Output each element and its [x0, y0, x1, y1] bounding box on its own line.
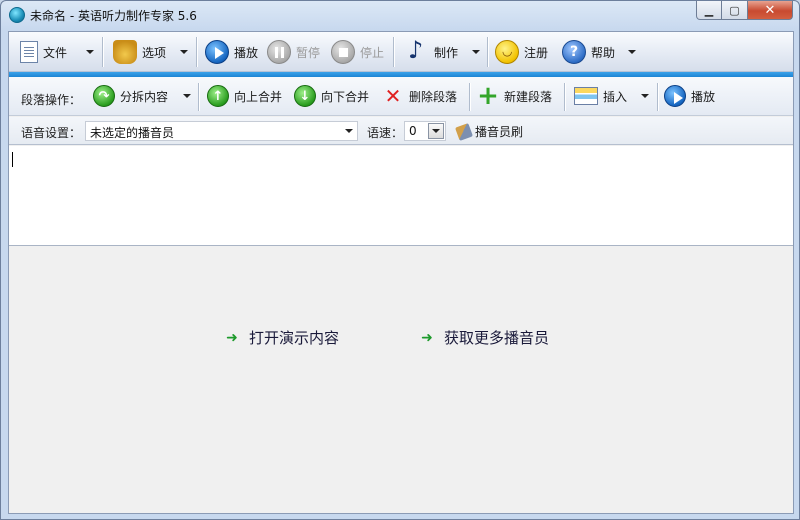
toolbar-separator — [196, 37, 197, 67]
toolbar-separator — [657, 83, 658, 111]
music-note-icon — [405, 36, 429, 64]
file-label: 文件 — [43, 45, 68, 60]
chevron-down-icon — [345, 129, 353, 133]
insert-icon — [574, 87, 598, 105]
announcer-select[interactable]: 未选定的播音员 — [85, 121, 358, 141]
merge-down-button[interactable]: ↓ 向下合并 — [294, 83, 369, 109]
file-menu-button[interactable]: 文件 — [17, 37, 67, 67]
open-demo-label: 打开演示内容 — [249, 329, 340, 347]
smiley-icon — [495, 40, 519, 64]
toolbar-separator — [393, 37, 394, 67]
voice-settings-label: 语音设置： — [21, 126, 82, 140]
app-window: 未命名 - 英语听力制作专家 5.6 ▁ ▢ ✕ 文件 选项 播放 暂停 停止 … — [0, 0, 800, 520]
arrow-right-icon: ➜ — [226, 329, 238, 346]
brush-icon — [455, 122, 473, 141]
delete-paragraph-button[interactable]: ✕ 删除段落 — [382, 83, 457, 109]
play-button[interactable]: 播放 — [205, 37, 258, 67]
open-demo-link[interactable]: ➜ 打开演示内容 — [225, 327, 339, 348]
toolbar-separator — [469, 83, 470, 111]
file-icon — [20, 41, 38, 63]
toolbar-separator — [198, 83, 199, 111]
pause-button[interactable]: 暂停 — [267, 37, 320, 67]
close-button[interactable]: ✕ — [748, 1, 793, 20]
split-label: 分拆内容 — [120, 89, 169, 104]
paragraph-toolbar: 段落操作： ↷ 分拆内容 ↑ 向上合并 ↓ 向下合并 ✕ 删除段落 + 新建段落… — [9, 77, 793, 116]
voice-settings-bar: 语音设置： 未选定的播音员 语速： 0 播音员刷 — [9, 117, 793, 145]
new-label: 新建段落 — [504, 89, 553, 104]
toolbar-separator — [564, 83, 565, 111]
help-label: 帮助 — [591, 45, 616, 60]
window-title: 未命名 - 英语听力制作专家 5.6 — [30, 9, 197, 23]
play-label: 播放 — [234, 45, 259, 60]
speed-value: 0 — [409, 124, 417, 138]
make-menu-button[interactable]: 制作 — [405, 36, 459, 67]
play-icon — [664, 85, 686, 107]
arrow-down-icon: ↓ — [294, 85, 316, 107]
client-area: 文件 选项 播放 暂停 停止 ♪ 制作 ◡ 注册 ? 帮助 段落操作： ↷ 分拆… — [8, 31, 794, 514]
options-dropdown-arrow[interactable] — [180, 50, 188, 54]
new-paragraph-button[interactable]: + 新建段落 — [477, 81, 553, 111]
stop-icon — [331, 40, 355, 64]
insert-dropdown-arrow[interactable] — [641, 94, 649, 98]
insert-button[interactable]: 插入 — [574, 83, 627, 109]
toolbar-separator — [102, 37, 103, 67]
options-menu-button[interactable]: 选项 — [113, 37, 166, 67]
text-editor[interactable] — [9, 146, 793, 246]
window-controls: ▁ ▢ ✕ — [696, 1, 793, 20]
pause-label: 暂停 — [296, 45, 321, 60]
delete-label: 删除段落 — [409, 89, 458, 104]
paragraph-ops-label: 段落操作： — [21, 93, 82, 107]
speed-label: 语速： — [367, 126, 404, 140]
play-icon — [205, 40, 229, 64]
file-dropdown-arrow[interactable] — [86, 50, 94, 54]
chevron-down-icon — [428, 123, 444, 139]
stop-button[interactable]: 停止 — [331, 37, 384, 67]
make-label: 制作 — [434, 45, 459, 60]
delete-icon: ✕ — [384, 84, 402, 108]
pause-icon — [267, 40, 291, 64]
stop-label: 停止 — [360, 45, 385, 60]
register-button[interactable]: 注册 — [495, 37, 548, 67]
help-menu-button[interactable]: ? 帮助 — [562, 37, 615, 67]
brush-label: 播音员刷 — [475, 125, 524, 139]
get-more-label: 获取更多播音员 — [444, 329, 550, 347]
insert-label: 插入 — [603, 89, 628, 104]
arrow-up-icon: ↑ — [207, 85, 229, 107]
merge-down-label: 向下合并 — [321, 89, 370, 104]
merge-up-button[interactable]: ↑ 向上合并 — [207, 83, 282, 109]
main-toolbar: 文件 选项 播放 暂停 停止 ♪ 制作 ◡ 注册 ? 帮助 — [9, 32, 793, 72]
paragraph-play-button[interactable]: 播放 — [664, 83, 715, 109]
get-more-announcers-link[interactable]: ➜ 获取更多播音员 — [420, 327, 549, 348]
help-dropdown-arrow[interactable] — [628, 50, 636, 54]
arrow-right-icon: ➜ — [421, 329, 433, 346]
announcer-brush-button[interactable]: 播音员刷 — [455, 122, 524, 141]
register-label: 注册 — [524, 45, 549, 60]
options-label: 选项 — [142, 45, 167, 60]
split-icon: ↷ — [93, 85, 115, 107]
merge-up-label: 向上合并 — [234, 89, 283, 104]
text-caret — [12, 152, 13, 167]
paragraph-play-label: 播放 — [691, 89, 716, 104]
help-icon: ? — [562, 40, 586, 64]
minimize-button[interactable]: ▁ — [696, 1, 722, 20]
app-icon — [9, 7, 25, 23]
make-dropdown-arrow[interactable] — [472, 50, 480, 54]
plus-icon: + — [477, 81, 499, 111]
speed-select[interactable]: 0 — [404, 121, 446, 141]
title-bar: 未命名 - 英语听力制作专家 5.6 ▁ ▢ ✕ — [1, 1, 799, 29]
maximize-button[interactable]: ▢ — [722, 1, 748, 20]
toolbar-separator — [487, 37, 488, 67]
options-icon — [113, 40, 137, 64]
announcer-value: 未选定的播音员 — [90, 126, 175, 140]
split-dropdown-arrow[interactable] — [183, 94, 191, 98]
split-content-button[interactable]: ↷ 分拆内容 — [93, 83, 168, 109]
